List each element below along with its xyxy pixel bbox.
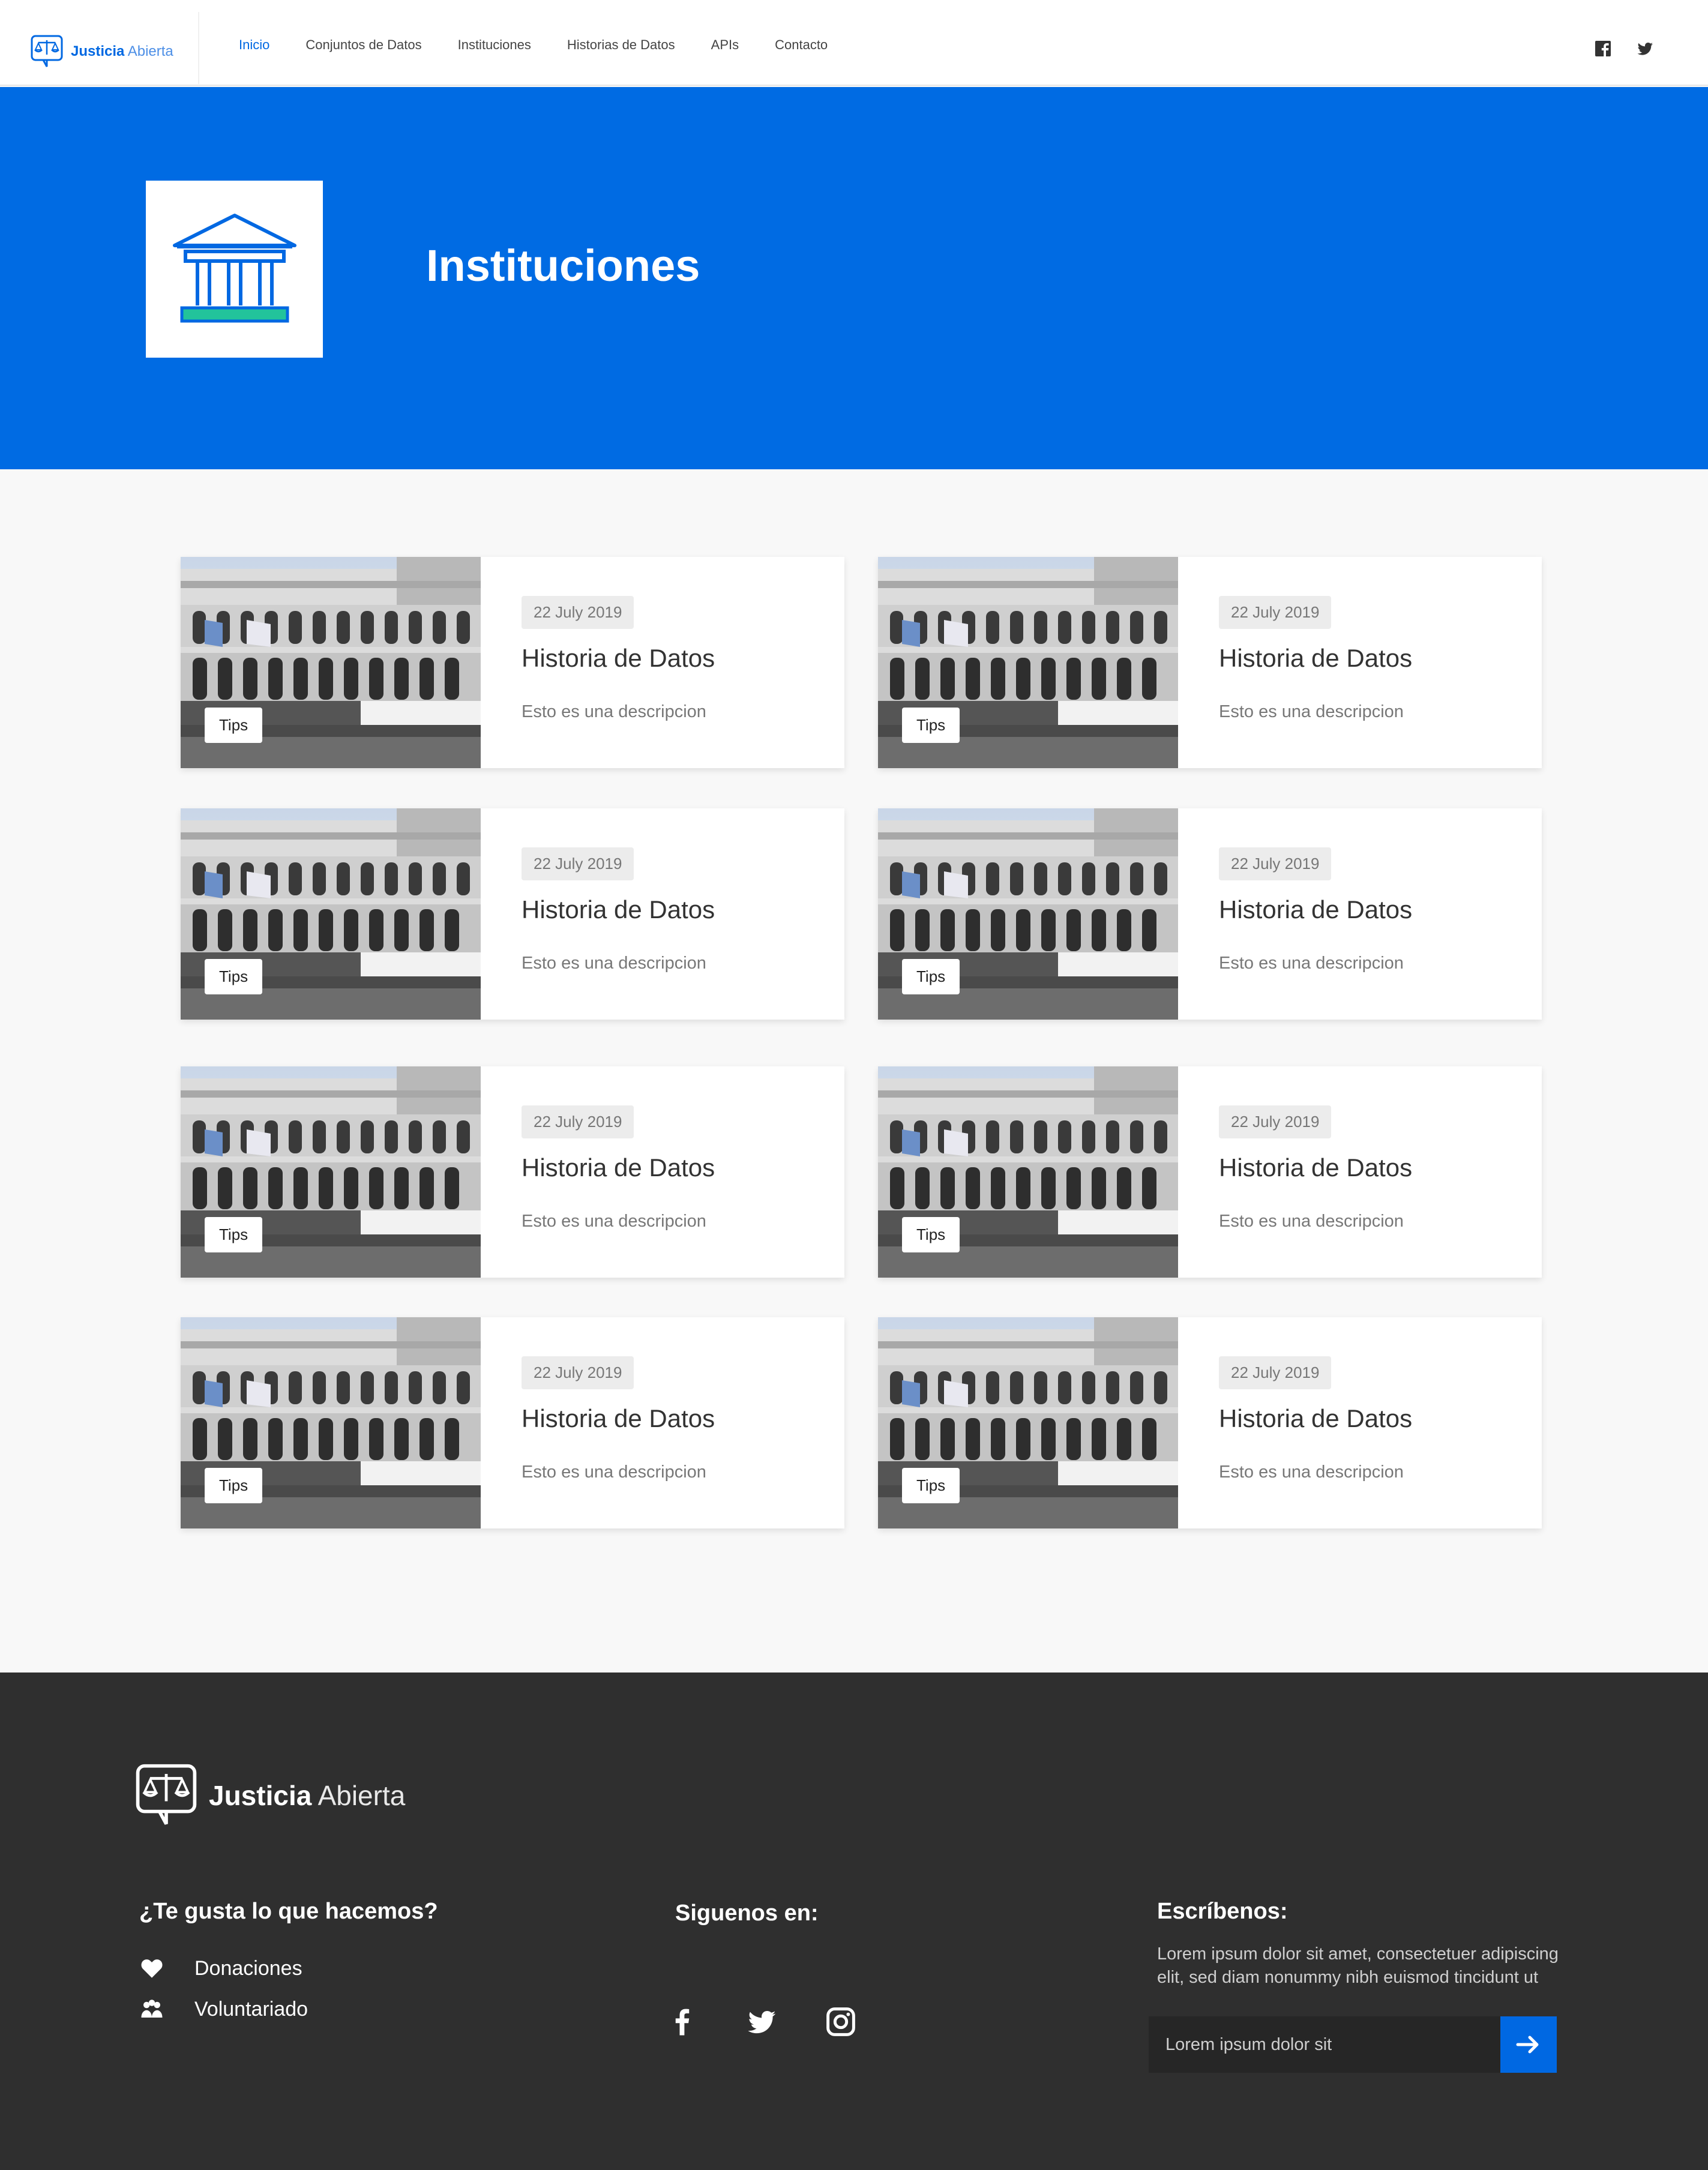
card-tag: Tips [205,959,263,994]
card-title: Historia de Datos [1219,644,1413,672]
footer: Justicia Abierta ¿Te gusta lo que hacemo… [0,1673,1708,2170]
card-image: Tips [181,557,481,768]
footer-write-text: Lorem ipsum dolor sit amet, consectetuer… [1157,1944,1559,1988]
volunteer-link[interactable]: Voluntariado [139,1997,308,2022]
instagram-icon[interactable] [825,2006,857,2038]
people-icon [141,2000,163,2018]
heart-icon [141,1959,163,1978]
story-card[interactable]: Tips 22 July 2019 Historia de Datos Esto… [181,1317,844,1528]
story-card[interactable]: Tips 22 July 2019 Historia de Datos Esto… [181,808,844,1020]
card-tag: Tips [902,708,960,743]
story-card[interactable]: Tips 22 July 2019 Historia de Datos Esto… [878,808,1542,1020]
card-title: Historia de Datos [522,644,715,672]
card-image: Tips [878,557,1178,768]
nav-item-instituciones[interactable]: Instituciones [458,37,531,53]
card-description: Esto es una descripcion [1219,702,1404,721]
navbar: Justicia Abierta Inicio Conjuntos de Dat… [0,0,1708,86]
card-image: Tips [878,1066,1178,1278]
nav-item-historias-de-datos[interactable]: Historias de Datos [567,37,675,53]
card-date: 22 July 2019 [522,1105,634,1138]
card-date: 22 July 2019 [522,596,634,629]
nav-item-contacto[interactable]: Contacto [775,37,828,53]
footer-write-heading: Escríbenos: [1157,1899,1288,1924]
card-title: Historia de Datos [522,1404,715,1432]
footer-brand-name: Justicia Abierta [209,1780,406,1811]
card-date: 22 July 2019 [522,1356,634,1389]
card-description: Esto es una descripcion [522,1462,706,1482]
card-tag: Tips [205,1217,263,1252]
footer-support-heading: ¿Te gusta lo que hacemos? [139,1899,438,1924]
card-description: Esto es una descripcion [522,954,706,973]
brand-logo[interactable]: Justicia Abierta [30,34,173,70]
donations-label: Donaciones [194,1956,302,1980]
newsletter-input[interactable] [1149,2016,1500,2073]
twitter-icon[interactable] [1636,40,1654,58]
story-card[interactable]: Tips 22 July 2019 Historia de Datos Esto… [878,557,1542,768]
card-date: 22 July 2019 [1219,596,1332,629]
main-nav: Inicio Conjuntos de Datos Instituciones … [239,37,864,53]
nav-item-inicio[interactable]: Inicio [239,37,269,53]
card-date: 22 July 2019 [1219,1356,1332,1389]
footer-brand[interactable]: Justicia Abierta [133,1763,405,1829]
twitter-icon[interactable] [745,2006,778,2038]
card-tag: Tips [902,959,960,994]
card-title: Historia de Datos [1219,895,1413,924]
facebook-icon[interactable] [666,2006,699,2038]
story-card[interactable]: Tips 22 July 2019 Historia de Datos Esto… [878,1317,1542,1528]
nav-item-conjuntos-de-datos[interactable]: Conjuntos de Datos [305,37,421,53]
institution-icon [172,213,296,322]
card-image: Tips [181,1317,481,1528]
card-tag: Tips [902,1468,960,1503]
card-description: Esto es una descripcion [1219,1462,1404,1482]
card-tag: Tips [205,708,263,743]
footer-follow-heading: Siguenos en: [675,1901,819,1926]
card-image: Tips [181,808,481,1020]
card-date: 22 July 2019 [522,847,634,880]
facebook-icon[interactable] [1594,40,1612,58]
nav-social [1594,40,1654,58]
arrow-right-icon [1516,2036,1539,2054]
card-image: Tips [878,1317,1178,1528]
cards-grid: Tips 22 July 2019 Historia de Datos Esto… [0,469,1708,1673]
card-description: Esto es una descripcion [522,1212,706,1231]
card-date: 22 July 2019 [1219,1105,1332,1138]
card-tag: Tips [205,1468,263,1503]
card-image: Tips [181,1066,481,1278]
card-title: Historia de Datos [1219,1404,1413,1432]
hero-banner: Instituciones [0,87,1708,469]
card-description: Esto es una descripcion [1219,1212,1404,1231]
donations-link[interactable]: Donaciones [139,1956,302,1981]
story-card[interactable]: Tips 22 July 2019 Historia de Datos Esto… [181,557,844,768]
card-title: Historia de Datos [1219,1153,1413,1182]
story-card[interactable]: Tips 22 July 2019 Historia de Datos Esto… [878,1066,1542,1278]
card-title: Historia de Datos [522,1153,715,1182]
card-date: 22 July 2019 [1219,847,1332,880]
nav-item-apis[interactable]: APIs [711,37,739,53]
scales-logo-icon [31,35,63,67]
brand-name: Justicia Abierta [71,43,173,59]
story-card[interactable]: Tips 22 July 2019 Historia de Datos Esto… [181,1066,844,1278]
card-title: Historia de Datos [522,895,715,924]
card-image: Tips [878,808,1178,1020]
card-description: Esto es una descripcion [522,702,706,721]
scales-logo-icon [136,1764,197,1825]
card-description: Esto es una descripcion [1219,954,1404,973]
submit-button[interactable] [1500,2016,1557,2073]
hero-icon-box [146,181,323,358]
volunteer-label: Voluntariado [194,1997,308,2021]
footer-social [666,2006,857,2038]
nav-divider [198,12,199,84]
card-tag: Tips [902,1217,960,1252]
page-title: Instituciones [426,241,700,290]
